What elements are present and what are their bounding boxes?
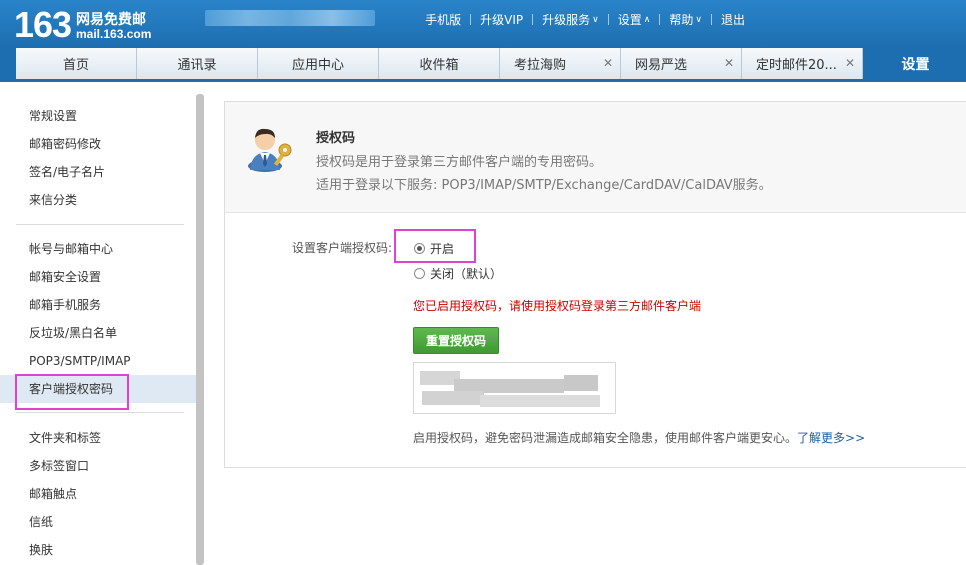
sidebar-scrollbar[interactable]	[196, 94, 204, 565]
close-icon[interactable]: ✕	[603, 56, 613, 70]
sidebar-item-signature[interactable]: 签名/电子名片	[0, 158, 196, 186]
radio-enable[interactable]: 开启	[414, 240, 454, 257]
sidebar-group-general: 常规设置 邮箱密码修改 签名/电子名片 来信分类	[0, 102, 196, 214]
sidebar-divider	[16, 412, 184, 413]
radio-enable-label: 开启	[430, 242, 455, 256]
sidebar-item-multitab[interactable]: 多标签窗口	[0, 452, 196, 480]
tab-scheduled-mail[interactable]: 定时邮件20... ✕	[742, 48, 863, 79]
nav-help[interactable]: 帮助 ∨	[660, 11, 711, 28]
tab-kaola[interactable]: 考拉海购 ✕	[500, 48, 621, 79]
chevron-down-icon: ∨	[695, 14, 702, 25]
radio-button[interactable]	[414, 243, 425, 254]
chevron-up-icon: ∧	[643, 14, 651, 25]
user-account-blurred	[205, 10, 375, 26]
tab-inbox[interactable]: 收件箱	[379, 48, 500, 79]
enabled-warning: 您已启用授权码，请使用授权码登录第三方邮件客户端	[413, 299, 702, 313]
nav-mobile[interactable]: 手机版	[416, 11, 470, 28]
radio-disable-label: 关闭（默认）	[430, 267, 503, 281]
sidebar-divider	[16, 224, 184, 225]
auth-code-panel: 授权码 授权码是用于登录第三方邮件客户端的专用密码。 适用于登录以下服务: PO…	[224, 101, 966, 468]
blur-patch	[480, 395, 600, 407]
sidebar-item-account-center[interactable]: 帐号与邮箱中心	[0, 235, 196, 263]
sidebar-item-mobile-service[interactable]: 邮箱手机服务	[0, 291, 196, 319]
nav-upgrade-service[interactable]: 升级服务 ∨	[533, 11, 608, 28]
logo-number[interactable]: 163	[14, 4, 72, 46]
user-key-icon	[248, 128, 292, 172]
sidebar-item-general[interactable]: 常规设置	[0, 102, 196, 130]
tab-bar: 首页 通讯录 应用中心 收件箱 考拉海购 ✕ 网易严选 ✕ 定时邮件20... ✕ 设…	[0, 48, 966, 81]
panel-title: 授权码	[316, 131, 356, 146]
footer-note-text: 启用授权码，避免密码泄漏造成邮箱安全隐患，使用邮件客户端更安心。	[413, 431, 798, 445]
auth-code-display-blurred	[413, 362, 616, 414]
close-icon[interactable]: ✕	[724, 56, 734, 70]
panel-services: 适用于登录以下服务: POP3/IMAP/SMTP/Exchange/CardD…	[316, 178, 772, 193]
tab-settings[interactable]: 设置	[863, 48, 966, 79]
settings-sidebar: 常规设置 邮箱密码修改 签名/电子名片 来信分类 帐号与邮箱中心 邮箱安全设置 …	[0, 82, 204, 565]
reset-auth-code-button[interactable]: 重置授权码	[413, 327, 499, 354]
chevron-down-icon: ∨	[592, 14, 599, 25]
nav-upgrade-vip[interactable]: 升级VIP	[471, 11, 532, 28]
sidebar-item-folders[interactable]: 文件夹和标签	[0, 424, 196, 452]
sidebar-group-misc: 文件夹和标签 多标签窗口 邮箱触点 信纸 换肤	[0, 424, 196, 564]
nav-settings[interactable]: 设置 ∧	[609, 11, 660, 28]
sidebar-item-password[interactable]: 邮箱密码修改	[0, 130, 196, 158]
logo-domain: mail.163.com	[76, 27, 152, 41]
sidebar-item-pop3[interactable]: POP3/SMTP/IMAP	[0, 347, 196, 375]
auth-code-label: 设置客户端授权码:	[292, 241, 393, 255]
panel-description: 授权码是用于登录第三方邮件客户端的专用密码。	[316, 155, 603, 170]
sidebar-item-stationery[interactable]: 信纸	[0, 508, 196, 536]
top-nav: 手机版 升级VIP 升级服务 ∨ 设置 ∧ 帮助 ∨ 退出	[416, 11, 754, 28]
radio-button[interactable]	[414, 268, 425, 279]
tab-app-center[interactable]: 应用中心	[258, 48, 379, 79]
sidebar-item-filters[interactable]: 来信分类	[0, 186, 196, 214]
sidebar-item-skin[interactable]: 换肤	[0, 536, 196, 564]
nav-logout[interactable]: 退出	[712, 11, 754, 28]
close-icon[interactable]: ✕	[845, 56, 855, 70]
tab-yanxuan[interactable]: 网易严选 ✕	[621, 48, 742, 79]
top-header: 163 网易免费邮 mail.163.com 手机版 升级VIP 升级服务 ∨ 设…	[0, 0, 966, 48]
highlight-box-sidebar	[15, 374, 129, 410]
tab-contacts[interactable]: 通讯录	[137, 48, 258, 79]
sidebar-item-security[interactable]: 邮箱安全设置	[0, 263, 196, 291]
logo-text: 网易免费邮	[76, 12, 146, 28]
sidebar-item-touchpoints[interactable]: 邮箱触点	[0, 480, 196, 508]
blur-patch	[564, 375, 598, 391]
tab-home[interactable]: 首页	[16, 48, 137, 79]
footer-note: 启用授权码，避免密码泄漏造成邮箱安全隐患，使用邮件客户端更安心。了解更多>>	[413, 429, 865, 446]
radio-disable[interactable]: 关闭（默认）	[414, 265, 502, 282]
sidebar-item-antispam[interactable]: 反垃圾/黑白名单	[0, 319, 196, 347]
panel-header: 授权码 授权码是用于登录第三方邮件客户端的专用密码。 适用于登录以下服务: PO…	[225, 102, 966, 213]
blur-patch	[422, 391, 484, 405]
learn-more-link[interactable]: 了解更多>>	[797, 431, 865, 445]
